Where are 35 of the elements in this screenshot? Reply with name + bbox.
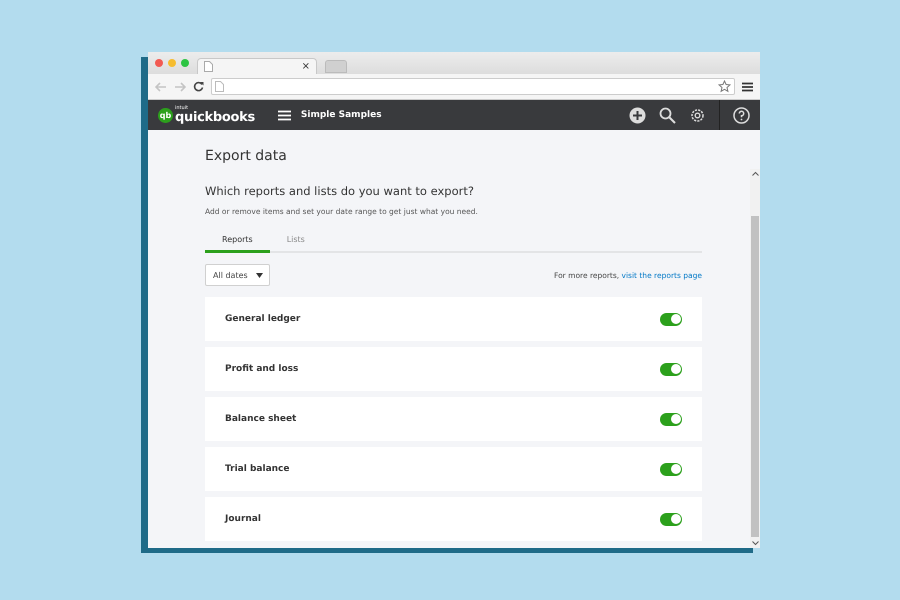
page-title: Export data	[205, 148, 288, 164]
toggle-switch[interactable]	[660, 362, 682, 376]
page-icon	[204, 61, 213, 72]
scroll-up-icon[interactable]	[752, 171, 758, 176]
menu-icon[interactable]	[742, 82, 753, 92]
question-heading: Which reports and lists do you want to export?	[205, 184, 475, 198]
page-icon	[215, 81, 224, 92]
toggle-switch[interactable]	[660, 462, 682, 476]
scrollbar[interactable]	[750, 169, 760, 548]
report-name: Profit and loss	[225, 364, 298, 374]
company-name[interactable]: Simple Samples	[300, 110, 382, 120]
maximize-window-icon[interactable]	[181, 59, 189, 67]
close-window-icon[interactable]	[155, 59, 163, 67]
toggle-switch[interactable]	[660, 312, 682, 326]
report-name: General ledger	[225, 314, 300, 324]
toggle-switch[interactable]	[660, 512, 682, 526]
search-icon[interactable]	[659, 106, 676, 124]
caret-icon	[256, 272, 263, 278]
settings-icon[interactable]	[689, 106, 706, 124]
tab[interactable]: Reports	[205, 230, 270, 253]
reload-icon[interactable]	[193, 81, 204, 92]
report-name: Journal	[225, 514, 261, 524]
report-name: Trial balance	[225, 464, 290, 474]
logo-text: quickbooks	[175, 111, 255, 124]
date-dropdown[interactable]: All dates	[205, 264, 270, 286]
report-name: Balance sheet	[225, 414, 296, 424]
add-icon[interactable]	[629, 106, 646, 124]
scroll-down-icon[interactable]	[752, 541, 758, 546]
logo-mark: qb	[158, 108, 173, 122]
tab-close-button[interactable]: ×	[302, 61, 310, 72]
star-icon[interactable]	[718, 80, 731, 93]
address-field[interactable]	[211, 78, 735, 95]
help-icon[interactable]	[733, 106, 750, 124]
toggle-switch[interactable]	[660, 412, 682, 426]
browser-tab[interactable]: ×	[197, 58, 317, 74]
